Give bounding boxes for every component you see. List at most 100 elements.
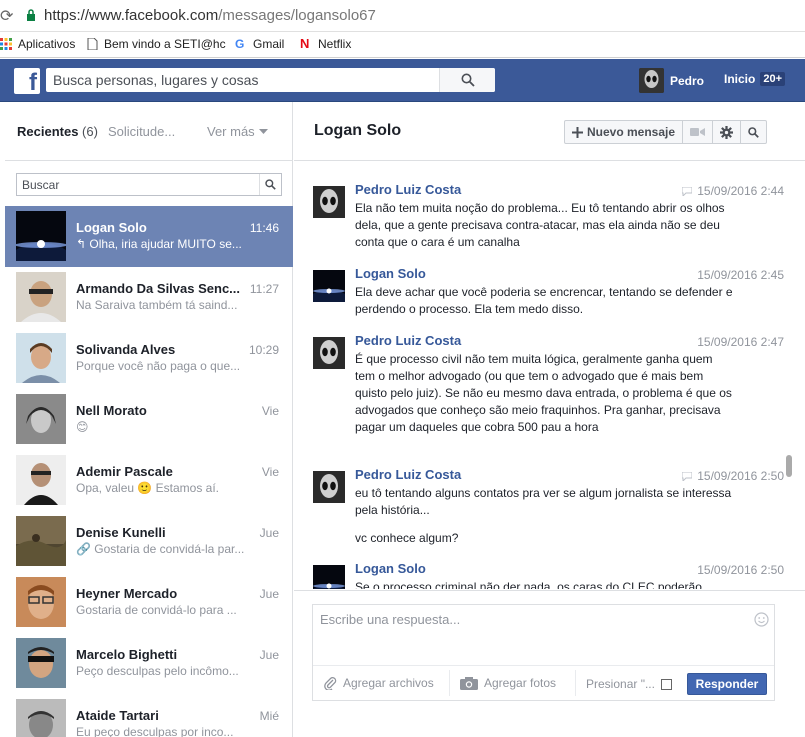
message-item: Pedro Luiz Costa 15/09/2016 2:44 Ela não… — [294, 182, 784, 252]
thread-item[interactable]: Armando Da Silvas Senc... 11:27 Na Sarai… — [5, 267, 293, 328]
sender-avatar — [313, 565, 345, 589]
home-link[interactable]: Inicio 20+ — [724, 72, 786, 86]
sender-name[interactable]: Logan Solo — [355, 561, 426, 576]
search-icon — [461, 73, 475, 87]
emoji-icon[interactable] — [754, 612, 769, 627]
press-enter-checkbox[interactable] — [660, 678, 672, 690]
thread-snippet: Porque você não paga o que... — [76, 359, 241, 373]
video-call-button[interactable] — [682, 121, 712, 143]
sender-avatar — [313, 186, 345, 218]
message-text: É que processo civil não tem muita lógic… — [355, 352, 732, 434]
thread-time: Mié — [259, 709, 279, 723]
thread-search-button[interactable] — [259, 174, 281, 195]
thread-time: Jue — [259, 526, 279, 540]
bookmark-apps[interactable]: Aplicativos — [0, 37, 75, 51]
message-time: 15/09/2016 2:47 — [697, 335, 784, 349]
add-photos-label: Agregar fotos — [484, 676, 557, 690]
thread-time: Jue — [259, 648, 279, 662]
thread-item[interactable]: Denise Kunelli Jue 🔗 Gostaria de convidá… — [5, 511, 293, 572]
contact-avatar — [16, 394, 66, 444]
thread-name: Nell Morato — [76, 403, 147, 418]
thread-name: Denise Kunelli — [76, 525, 166, 540]
browser-address-bar[interactable]: ⟳ https://www.facebook.com/messages/loga… — [0, 0, 805, 32]
thread-search-input[interactable] — [17, 174, 257, 195]
global-search-input[interactable] — [46, 68, 456, 92]
contact-avatar — [16, 272, 66, 322]
thread-name: Solivanda Alves — [76, 342, 176, 357]
thread-time: 11:46 — [249, 221, 279, 235]
reload-icon[interactable]: ⟳ — [0, 6, 13, 26]
bookmark-gmail[interactable]: G Gmail — [235, 37, 284, 51]
search-icon — [265, 179, 276, 190]
thread-name: Ademir Pascale — [76, 464, 173, 479]
page-icon — [87, 38, 98, 50]
press-enter-label: Presionar "... — [586, 677, 655, 691]
message-scrollbar[interactable] — [786, 455, 792, 477]
tab-recent-count: (6) — [82, 124, 98, 139]
message-time: 15/09/2016 2:50 — [697, 563, 784, 577]
thread-snippet: ↰ Olha, iria ajudar MUITO se... — [76, 237, 242, 251]
message-item: Logan Solo 15/09/2016 2:50 Se o processo… — [294, 561, 784, 589]
settings-button[interactable] — [712, 121, 740, 143]
search-icon — [748, 126, 759, 138]
message-item: Pedro Luiz Costa 15/09/2016 2:47 É que p… — [294, 333, 784, 458]
thread-item[interactable]: Solivanda Alves 10:29 Porque você não pa… — [5, 328, 293, 389]
thread-time: Jue — [259, 587, 279, 601]
paperclip-icon — [324, 677, 337, 690]
more-dropdown[interactable]: Ver más — [207, 124, 268, 139]
new-message-button[interactable]: Nuevo mensaje — [565, 121, 682, 143]
contact-avatar — [16, 638, 66, 688]
message-time-text: 15/09/2016 2:44 — [697, 184, 784, 198]
thread-item[interactable]: Ademir Pascale Vie Opa, valeu 🙂 Estamos … — [5, 450, 293, 511]
thread-snippet: 🔗 Gostaria de convidá-la par... — [76, 542, 245, 556]
thread-time: Vie — [261, 465, 279, 479]
url-domain: https://www.facebook.com — [44, 7, 219, 24]
thread-snippet: Peço desculpas pelo incômo... — [76, 664, 239, 678]
message-list: Pedro Luiz Costa 15/09/2016 2:44 Ela não… — [294, 162, 794, 589]
thread-item[interactable]: Heyner Mercado Jue Gostaria de convidá-l… — [5, 572, 293, 633]
sender-name[interactable]: Pedro Luiz Costa — [355, 467, 461, 482]
thread-time: Vie — [261, 404, 279, 418]
thread-item[interactable]: Ataide Tartari Mié Eu peço desculpas por… — [5, 694, 293, 737]
message-text: Ela não tem muita noção do problema... E… — [355, 201, 725, 249]
thread-item[interactable]: Logan Solo 11:46 ↰ Olha, iria ajudar MUI… — [5, 206, 293, 267]
chat-bubble-icon — [682, 186, 693, 196]
tab-recent[interactable]: Recientes (6) — [17, 124, 98, 139]
message-time: 15/09/2016 2:50 — [682, 469, 784, 483]
thread-name: Heyner Mercado — [76, 586, 178, 601]
conversation-title[interactable]: Logan Solo — [314, 122, 401, 140]
url-text[interactable]: https://www.facebook.com/messages/logans… — [44, 7, 376, 24]
thread-item[interactable]: Nell Morato Vie 😊 — [5, 389, 293, 450]
sender-avatar — [313, 270, 345, 302]
contact-avatar — [16, 333, 66, 383]
sender-name[interactable]: Logan Solo — [355, 266, 426, 281]
netflix-icon: N — [300, 36, 310, 51]
conversation-search-button[interactable] — [740, 121, 766, 143]
message-time: 15/09/2016 2:45 — [697, 268, 784, 282]
sender-name[interactable]: Pedro Luiz Costa — [355, 182, 461, 197]
facebook-logo[interactable]: f — [14, 68, 40, 94]
reply-input[interactable] — [313, 605, 753, 663]
conversation-actions: Nuevo mensaje — [564, 120, 768, 144]
reply-send-button[interactable]: Responder — [687, 673, 767, 695]
conversation-header: Logan Solo Nuevo mensaje — [294, 102, 805, 161]
message-time-text: 15/09/2016 2:50 — [697, 469, 784, 483]
thread-snippet: Opa, valeu 🙂 Estamos aí. — [76, 481, 220, 495]
profile-link[interactable]: Pedro — [639, 68, 704, 93]
thread-item[interactable]: Marcelo Bighetti Jue Peço desculpas pelo… — [5, 633, 293, 694]
toolbar-divider — [575, 670, 576, 696]
message-item: Logan Solo 15/09/2016 2:45 Ela deve acha… — [294, 266, 784, 326]
reply-composer: Agregar archivos Agregar fotos Presionar… — [294, 590, 805, 737]
tab-recent-label: Recientes — [17, 124, 79, 139]
add-photos-button[interactable]: Agregar fotos — [460, 676, 556, 690]
tab-requests[interactable]: Solicitude... — [108, 124, 175, 139]
bookmark-seti[interactable]: Bem vindo a SETI@hc — [86, 37, 226, 51]
message-text: Ela deve achar que você poderia se encre… — [355, 285, 733, 316]
user-avatar — [639, 68, 664, 93]
global-search-button[interactable] — [439, 68, 495, 92]
thread-list: Logan Solo 11:46 ↰ Olha, iria ajudar MUI… — [5, 206, 293, 737]
attach-files-button[interactable]: Agregar archivos — [323, 676, 434, 690]
bookmark-netflix[interactable]: N Netflix — [300, 37, 351, 51]
sender-name[interactable]: Pedro Luiz Costa — [355, 333, 461, 348]
press-enter-option[interactable]: Presionar "... — [586, 677, 672, 691]
